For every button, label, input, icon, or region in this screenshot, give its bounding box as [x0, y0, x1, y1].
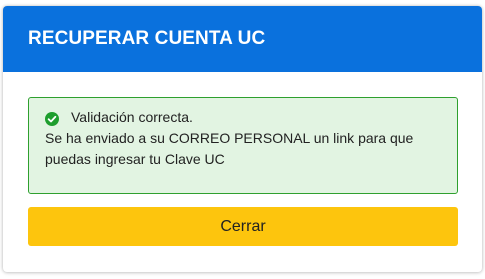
close-button[interactable]: Cerrar [28, 207, 458, 246]
success-alert: Validación correcta. Se ha enviado a su … [28, 97, 458, 194]
alert-heading: Validación correcta. [71, 109, 193, 125]
dialog-title: RECUPERAR CUENTA UC [28, 28, 266, 49]
recover-account-dialog: RECUPERAR CUENTA UC Validación correcta.… [3, 6, 482, 272]
dialog-header: RECUPERAR CUENTA UC [3, 6, 482, 72]
alert-message: Se ha enviado a su CORREO PERSONAL un li… [45, 130, 414, 167]
check-circle-icon [45, 111, 59, 126]
